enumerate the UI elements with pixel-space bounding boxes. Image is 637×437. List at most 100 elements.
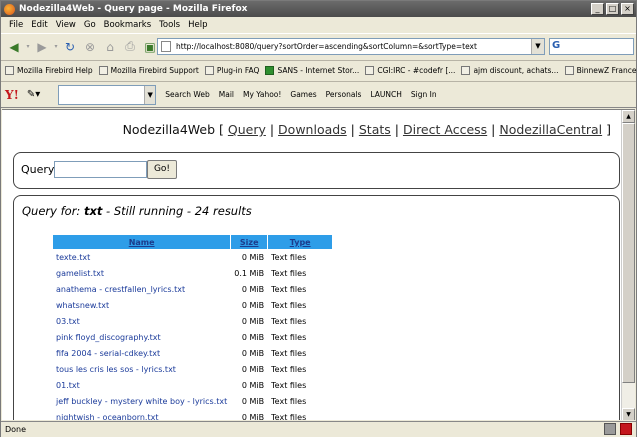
yahoo-launch[interactable]: LAUNCH (370, 90, 401, 99)
search-box[interactable]: G (549, 38, 634, 55)
result-name-link[interactable]: anathema - crestfallen_lyrics.txt (53, 282, 230, 297)
nav-link-direct-access[interactable]: Direct Access (403, 122, 487, 137)
page-icon (204, 66, 214, 75)
column-header-name[interactable]: Name (53, 235, 231, 249)
menu-bar: File Edit View Go Bookmarks Tools Help (1, 17, 636, 33)
bookmark-item[interactable]: CGI:IRC - #codefr [... (365, 66, 455, 75)
result-name-link[interactable]: pink floyd_discography.txt (53, 330, 230, 345)
yahoo-my-yahoo[interactable]: My Yahoo! (243, 90, 281, 99)
scroll-up-icon[interactable]: ▲ (622, 110, 635, 123)
home-icon[interactable]: ⌂ (100, 37, 120, 57)
bracket-close: ] (606, 122, 611, 137)
yahoo-personals[interactable]: Personals (326, 90, 362, 99)
table-row: 01.txt 0 MiB Text files (53, 378, 332, 393)
column-header-type[interactable]: Type (268, 235, 333, 249)
result-name-link[interactable]: 01.txt (53, 378, 230, 393)
back-icon[interactable]: ◀ (4, 37, 24, 57)
reload-icon[interactable]: ↻ (60, 37, 80, 57)
table-row: texte.txt 0 MiB Text files (53, 250, 332, 265)
sans-icon (265, 66, 275, 75)
maximize-button[interactable]: □ (606, 3, 619, 15)
scrollbar-thumb[interactable] (622, 123, 635, 383)
result-name-link[interactable]: tous les cris les sos - lyrics.txt (53, 362, 230, 377)
browser-window: Nodezilla4Web - Query page - Mozilla Fir… (0, 0, 637, 437)
result-size: 0 MiB (241, 365, 265, 374)
back-dropdown-icon[interactable]: ▾ (24, 37, 32, 57)
status-bar: Done (1, 421, 636, 437)
address-bar[interactable]: http://localhost:8080/query?sortOrder=as… (157, 38, 545, 55)
bookmark-item[interactable]: BinnewZ France - An... (564, 66, 637, 75)
go-button[interactable]: Go! (147, 160, 177, 179)
bookmarks-toolbar: Mozilla Firebird Help Mozilla Firebird S… (1, 60, 637, 80)
url-dropdown-icon[interactable]: ▼ (531, 39, 544, 54)
page-favicon-icon (161, 41, 171, 52)
yahoo-search-web[interactable]: Search Web (165, 90, 210, 99)
url-text[interactable]: http://localhost:8080/query?sortOrder=as… (176, 42, 477, 51)
result-size: 0.1 MiB (234, 269, 265, 278)
minimize-button[interactable]: _ (591, 3, 604, 15)
result-name-link[interactable]: fifa 2004 - serial-cdkey.txt (53, 346, 230, 361)
navigation-toolbar: ◀ ▾ ▶ ▾ ↻ ⊗ ⌂ ⎙ ▣ http://localhost:8080/… (1, 33, 636, 59)
column-header-size[interactable]: Size (231, 235, 268, 249)
results-panel: Query for: txt - Still running - 24 resu… (13, 195, 620, 420)
query-label: Query: (21, 163, 58, 176)
result-type: Text files (271, 381, 307, 390)
table-row: tous les cris les sos - lyrics.txt 0 MiB T… (53, 362, 332, 377)
result-type: Text files (271, 413, 307, 420)
result-size: 0 MiB (241, 317, 265, 326)
bookmark-item[interactable]: Plug-in FAQ (204, 66, 259, 75)
adblock-icon[interactable] (620, 423, 632, 435)
nav-link-downloads[interactable]: Downloads (278, 122, 347, 137)
result-name-link[interactable]: nightwish - oceanborn.txt (53, 410, 230, 420)
bookmark-item[interactable]: Mozilla Firebird Support (98, 66, 199, 75)
menu-bookmarks[interactable]: Bookmarks (100, 20, 156, 30)
table-row: whatsnew.txt 0 MiB Text files (53, 298, 332, 313)
forward-icon[interactable]: ▶ (32, 37, 52, 57)
nav-link-nodezillacentral[interactable]: NodezillaCentral (499, 122, 602, 137)
result-name-link[interactable]: 03.txt (53, 314, 230, 329)
yahoo-toolbar: Y! ✎▾ ▼ Search Web Mail My Yahoo! Games … (1, 81, 636, 108)
result-name-link[interactable]: whatsnew.txt (53, 298, 230, 313)
bookmark-item[interactable]: SANS - Internet Stor... (265, 66, 359, 75)
page-icon (5, 66, 14, 75)
menu-file[interactable]: File (5, 20, 27, 30)
menu-help[interactable]: Help (184, 20, 211, 30)
menu-edit[interactable]: Edit (27, 20, 51, 30)
page-icon (461, 66, 471, 75)
page-icon (98, 66, 108, 75)
result-type: Text files (271, 397, 307, 406)
bookmark-item[interactable]: Mozilla Firebird Help (5, 66, 93, 75)
yahoo-sign-in[interactable]: Sign In (411, 90, 437, 99)
result-name-link[interactable]: gamelist.txt (53, 266, 230, 281)
menu-view[interactable]: View (52, 20, 80, 30)
dropdown-icon[interactable]: ▼ (144, 85, 156, 104)
yahoo-logo-icon[interactable]: Y! (5, 88, 19, 102)
pencil-icon[interactable]: ✎▾ (27, 89, 40, 100)
status-text: Done (5, 425, 27, 434)
result-type: Text files (271, 349, 307, 358)
nav-link-stats[interactable]: Stats (359, 122, 391, 137)
table-row: pink floyd_discography.txt 0 MiB Text file… (53, 330, 332, 345)
menu-tools[interactable]: Tools (155, 20, 184, 30)
forward-dropdown-icon[interactable]: ▾ (52, 37, 60, 57)
menu-go[interactable]: Go (80, 20, 100, 30)
brand-text: Nodezilla4Web [ (122, 122, 224, 137)
table-row: fifa 2004 - serial-cdkey.txt 0 MiB Text fi… (53, 346, 332, 361)
close-button[interactable]: × (621, 3, 634, 15)
nav-link-query[interactable]: Query (228, 122, 266, 137)
result-name-link[interactable]: texte.txt (53, 250, 230, 265)
result-type: Text files (271, 285, 307, 294)
scroll-down-icon[interactable]: ▼ (622, 408, 635, 420)
result-name-link[interactable]: jeff buckley - mystery white boy - lyric… (53, 394, 230, 409)
vertical-scrollbar[interactable]: ▲ ▼ (621, 110, 635, 420)
result-type: Text files (271, 365, 307, 374)
yahoo-mail[interactable]: Mail (219, 90, 234, 99)
stop-icon[interactable]: ⊗ (80, 37, 100, 57)
query-input[interactable] (54, 161, 147, 178)
print-icon[interactable]: ⎙ (120, 37, 140, 57)
bookmark-item[interactable]: ajm discount, achats... (461, 66, 559, 75)
connection-icon (604, 423, 616, 435)
yahoo-search-input[interactable]: ▼ (58, 84, 157, 105)
yahoo-games[interactable]: Games (290, 90, 316, 99)
page-icon (564, 66, 574, 75)
